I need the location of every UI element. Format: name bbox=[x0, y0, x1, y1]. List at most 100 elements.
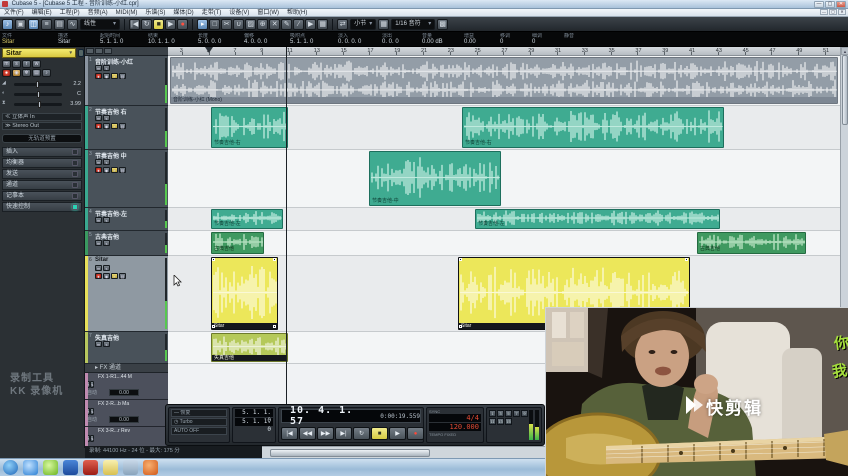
color-dropdown-button[interactable]: ▩ bbox=[437, 19, 448, 30]
info-column-5[interactable]: 长度5. 0. 0. 0 bbox=[198, 33, 238, 46]
info-column-12[interactable]: 移调0 bbox=[500, 33, 526, 46]
marker-button-13[interactable]: 13 bbox=[497, 418, 504, 425]
fx-folder-header[interactable]: ▸ FX 通道 bbox=[85, 364, 168, 373]
fx-value[interactable]: 0.00 bbox=[109, 416, 139, 423]
audio-event[interactable]: 失真吉他 bbox=[211, 333, 288, 362]
scroll-up-button[interactable]: ▲ bbox=[841, 47, 848, 55]
timebase-button[interactable]: ♪ bbox=[42, 69, 51, 77]
arrow-tool[interactable]: ▸ bbox=[197, 19, 208, 30]
inspector-section-4[interactable]: 通道 bbox=[2, 180, 82, 190]
mute-button[interactable]: m bbox=[95, 159, 102, 165]
timebase-dropdown[interactable]: 线性▾ bbox=[80, 19, 120, 30]
minimize-button[interactable]: — bbox=[814, 1, 824, 8]
edit-button[interactable]: e bbox=[111, 167, 118, 173]
mini-transport-button-2[interactable]: ↻ bbox=[141, 19, 152, 30]
inspector-section-1[interactable]: 插入 bbox=[2, 147, 82, 157]
edit-button[interactable]: e bbox=[111, 73, 118, 79]
record-enable-button[interactable]: ● bbox=[2, 69, 11, 77]
snap-grid-dropdown[interactable]: 小节▾ bbox=[350, 19, 376, 30]
right-locator[interactable]: 5. 1. 1. 0 bbox=[235, 418, 273, 426]
close-button[interactable]: ✕ bbox=[836, 1, 846, 8]
mute-button[interactable]: m bbox=[95, 341, 102, 347]
track-header-4[interactable]: 4节奏吉他-左ms bbox=[85, 208, 168, 231]
cycle-button[interactable]: ↻ bbox=[353, 427, 370, 440]
play-button[interactable]: ▶ bbox=[389, 427, 406, 440]
track-header-2[interactable]: 2节奏吉他 右ms●◉e▤ bbox=[85, 106, 168, 150]
child-restore-button[interactable]: ▢ bbox=[829, 9, 837, 15]
monitor-button[interactable]: ◉ bbox=[103, 273, 110, 279]
left-locator[interactable]: 5. 1. 1. 0 bbox=[235, 409, 273, 417]
edit-channel-button[interactable] bbox=[78, 49, 84, 57]
mute-button[interactable]: m bbox=[95, 240, 102, 246]
taskbar-icon-start[interactable] bbox=[3, 460, 18, 475]
audio-event[interactable]: 节奏吉他-右 bbox=[211, 107, 288, 148]
child-close-button[interactable]: ✕ bbox=[838, 9, 846, 15]
audio-event[interactable]: 节奏吉他-中 bbox=[369, 151, 501, 206]
show-overview-button[interactable]: ▤ bbox=[54, 19, 65, 30]
audio-event[interactable]: Sitar bbox=[211, 257, 278, 330]
taskbar-icon-browser[interactable] bbox=[23, 460, 38, 475]
maximize-button[interactable]: ▢ bbox=[825, 1, 835, 8]
menu-item-8[interactable]: 走带(T) bbox=[198, 9, 226, 17]
track-filter-button[interactable] bbox=[95, 48, 103, 54]
range-tool[interactable]: □ bbox=[209, 19, 220, 30]
info-column-1[interactable]: 文件Sitar bbox=[2, 33, 52, 46]
menu-item-7[interactable]: 媒体(D) bbox=[169, 9, 197, 17]
marker-button-7[interactable]: 7 bbox=[513, 410, 520, 417]
write-automation-button[interactable]: w bbox=[32, 60, 41, 68]
solo-button[interactable]: s bbox=[12, 60, 21, 68]
read-automation-button[interactable]: r bbox=[22, 60, 31, 68]
marker-button-1[interactable]: 1 bbox=[489, 410, 496, 417]
autoscroll-button[interactable]: ⇄ bbox=[337, 19, 348, 30]
mute-button[interactable]: m bbox=[2, 60, 11, 68]
track-preset-button[interactable]: 无轨道预置 bbox=[2, 134, 82, 143]
audio-event[interactable]: 古典吉他 bbox=[211, 232, 264, 254]
lane-button[interactable]: ▤ bbox=[119, 123, 126, 129]
stop-button[interactable]: ■ bbox=[371, 427, 388, 440]
mute-tool[interactable]: ✕ bbox=[269, 19, 280, 30]
output-routing[interactable]: ≫ Stereo Out bbox=[2, 122, 82, 130]
info-column-4[interactable]: 结束10. 1. 1. 0 bbox=[148, 33, 192, 46]
solo-button[interactable]: s bbox=[90, 381, 94, 388]
child-minimize-button[interactable]: — bbox=[820, 9, 828, 15]
solo-button[interactable]: s bbox=[90, 435, 94, 442]
play-tool[interactable]: ▶ bbox=[305, 19, 316, 30]
record-mode[interactable]: — 恢复 bbox=[171, 409, 227, 417]
zoom-tool[interactable]: ⊕ bbox=[257, 19, 268, 30]
info-column-14[interactable]: 静音 bbox=[564, 33, 586, 46]
lane-button[interactable]: ▤ bbox=[32, 69, 41, 77]
audio-event[interactable]: 节奏吉他-左 bbox=[211, 209, 283, 229]
menu-item-1[interactable]: 文件(F) bbox=[0, 9, 28, 17]
tempo-value[interactable]: 120.000 bbox=[429, 423, 481, 431]
track-header-6[interactable]: 6Sitarms●◉e▤ bbox=[85, 256, 168, 332]
mini-transport-button-5[interactable]: ● bbox=[177, 19, 188, 30]
mini-transport-button-3[interactable]: ■ bbox=[153, 19, 164, 30]
taskbar-icon-notepad[interactable] bbox=[103, 460, 118, 475]
mute-button[interactable]: m bbox=[95, 65, 102, 71]
hscroll-thumb[interactable] bbox=[270, 449, 430, 457]
taskbar-icon-cubase[interactable] bbox=[83, 460, 98, 475]
record-enable-button[interactable]: ● bbox=[95, 123, 102, 129]
info-column-2[interactable]: 描述Sitar bbox=[58, 33, 94, 46]
solo-button[interactable]: s bbox=[90, 408, 94, 415]
menu-item-6[interactable]: 乐谱(S) bbox=[141, 9, 169, 17]
menu-item-10[interactable]: 窗口(W) bbox=[253, 9, 283, 17]
monitor-button[interactable]: ◉ bbox=[103, 167, 110, 173]
solo-button[interactable]: s bbox=[103, 240, 110, 246]
goto-start-button[interactable]: |◀ bbox=[281, 427, 298, 440]
erase-tool[interactable]: ▨ bbox=[245, 19, 256, 30]
marker-button-3[interactable]: 3 bbox=[497, 410, 504, 417]
inspector-section-5[interactable]: 记事本 bbox=[2, 191, 82, 201]
setup-button[interactable]: ▣ bbox=[15, 19, 26, 30]
track-header-5[interactable]: 5古典吉他ms bbox=[85, 231, 168, 256]
record-button[interactable]: ● bbox=[407, 427, 424, 440]
menu-item-2[interactable]: 编辑(E) bbox=[28, 9, 56, 17]
solo-button[interactable]: s bbox=[103, 217, 110, 223]
show-inspector-button[interactable]: ◫ bbox=[28, 19, 39, 30]
lane-button[interactable]: ▤ bbox=[119, 167, 126, 173]
info-column-8[interactable]: 淡入0. 0. 0. 0 bbox=[338, 33, 376, 46]
solo-button[interactable]: s bbox=[103, 341, 110, 347]
color-tool[interactable]: ▦ bbox=[317, 19, 328, 30]
mute-button[interactable]: m bbox=[95, 265, 102, 271]
marker-button-11[interactable]: 11 bbox=[489, 418, 496, 425]
